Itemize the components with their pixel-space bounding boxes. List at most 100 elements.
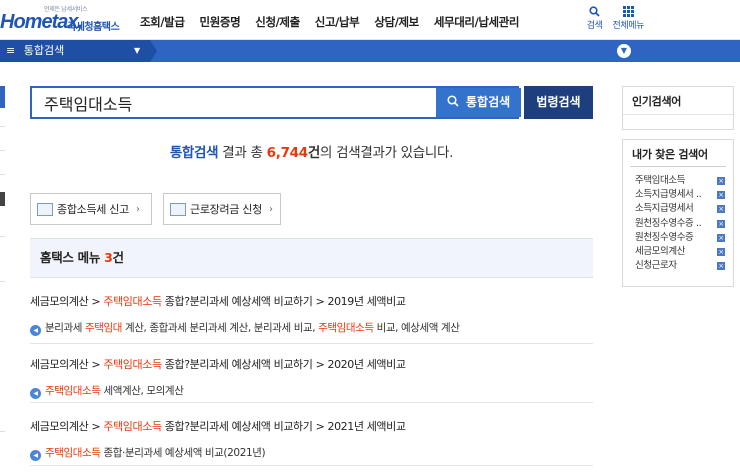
left-panel-divider — [0, 281, 5, 282]
my-search-item[interactable]: 소득지급명세서 .. × — [635, 188, 725, 202]
delete-icon[interactable]: × — [717, 205, 725, 214]
result-count: 6,744 — [266, 145, 309, 161]
result-path-keyword: 주택임대소득 — [103, 295, 162, 308]
my-search-item[interactable]: 신청근로자 × — [635, 259, 725, 273]
hometax-logo[interactable]: 언제든 납세서비스 Hometax, 국세청홈택스 — [0, 4, 120, 36]
menu-section-unit: 건 — [112, 250, 125, 265]
my-search-item[interactable]: 소득지급명세서 × — [635, 202, 725, 216]
result-count-unit: 건 — [307, 145, 320, 161]
result-path-suffix: 종합?분리과세 예상세액 비교하기 > 2019년 세액비교 — [161, 295, 406, 308]
left-panel-active — [0, 86, 5, 108]
my-search-item[interactable]: 주택임대소득 × — [635, 174, 725, 188]
keyword-text: 종합·분리과세 예상세액 비교(2021년) — [100, 447, 266, 459]
result-path-keyword: 주택임대소득 — [103, 358, 162, 371]
search-box: 통합검색 — [30, 86, 521, 119]
nav-item-tax-agent[interactable]: 세무대리/납세관리 — [434, 14, 520, 30]
delete-icon[interactable]: × — [717, 247, 725, 256]
speaker-icon: ◀ — [30, 388, 41, 399]
logo-subtext: 국세청홈택스 — [67, 22, 120, 33]
delete-icon[interactable]: × — [717, 177, 725, 185]
result-link[interactable]: 세금모의계산 > 주택임대소득 종합?분리과세 예상세액 비교하기 > 2019… — [30, 293, 593, 309]
search-icon — [589, 6, 600, 18]
chevron-right-icon: › — [135, 203, 140, 215]
current-menu-label: 통합검색 — [23, 44, 65, 57]
delete-icon[interactable]: × — [717, 233, 725, 242]
submenu-toggle[interactable]: ▼ — [617, 44, 631, 58]
my-search-item[interactable]: 세금모의계산 × — [635, 245, 725, 259]
quick-link-income-tax[interactable]: 종합소득세 신고 › — [30, 193, 152, 225]
all-menu-button[interactable]: 전체메뉴 — [612, 6, 644, 31]
quick-link-work-incentive[interactable]: 근로장려금 신청 › — [163, 193, 281, 225]
grid-icon — [622, 6, 634, 18]
left-panel-divider — [0, 150, 5, 151]
keyword-text: 세액계산, 모의계산 — [100, 385, 184, 397]
menu-section-count: 3 — [104, 250, 113, 265]
my-search-label: 원천징수영수증 .. — [635, 217, 702, 229]
result-divider — [30, 402, 593, 403]
keyword-highlight: 주택임대소득 — [318, 322, 374, 334]
nav-item-inquiry[interactable]: 조회/발급 — [140, 14, 185, 30]
chevron-right-icon: › — [268, 203, 273, 215]
result-divider — [30, 343, 593, 344]
menu-section-title: 홈택스 메뉴 — [40, 250, 101, 265]
result-keywords: ◀ 주택임대소득 종합·분리과세 예상세액 비교(2021년) — [30, 445, 593, 461]
my-search-label: 원천징수영수증 — [635, 231, 694, 243]
left-panel-divider — [0, 174, 5, 175]
result-path-prefix: 세금모의계산 > — [30, 420, 104, 433]
nav-item-application[interactable]: 신청/제출 — [255, 14, 300, 30]
header-search-button[interactable]: 검색 — [587, 6, 603, 31]
result-item: 세금모의계산 > 주택임대소득 종합?분리과세 예상세액 비교하기 > 2020… — [30, 356, 593, 399]
result-item: 세금모의계산 > 주택임대소득 종합?분리과세 예상세액 비교하기 > 2019… — [30, 293, 593, 336]
menu-section-header: 홈택스 메뉴 3건 — [30, 238, 593, 278]
current-menu-dropdown[interactable]: ≡ 통합검색 ▼ — [0, 40, 150, 62]
menu-bar: ≡ 통합검색 ▼ ▼ — [0, 40, 740, 62]
popular-searches-title: 인기검색어 — [623, 87, 733, 115]
quick-link-label: 근로장려금 신청 — [190, 203, 262, 216]
result-path-prefix: 세금모의계산 > — [30, 358, 104, 371]
nav-item-certificate[interactable]: 민원증명 — [200, 14, 241, 30]
result-keywords: ◀ 주택임대소득 세액계산, 모의계산 — [30, 383, 593, 399]
left-panel-divider — [0, 431, 5, 432]
my-search-item[interactable]: 원천징수영수증 × — [635, 231, 725, 245]
my-search-label: 소득지급명세서 — [635, 203, 694, 215]
integrated-search-button[interactable]: 통합검색 — [436, 88, 521, 117]
search-icon — [447, 95, 463, 109]
result-link[interactable]: 세금모의계산 > 주택임대소득 종합?분리과세 예상세액 비교하기 > 2021… — [30, 418, 593, 434]
my-search-label: 소득지급명세서 .. — [635, 189, 702, 201]
left-panel-divider — [0, 126, 5, 127]
law-search-button[interactable]: 법령검색 — [524, 86, 593, 119]
result-path-keyword: 주택임대소득 — [103, 420, 162, 433]
result-keywords: ◀ 분리과세 주택임대 계산, 종합과세 분리과세 계산, 분리과세 비교, 주택… — [30, 320, 593, 336]
my-search-item[interactable]: 원천징수영수증 .. × — [635, 217, 725, 231]
caret-down-icon: ▼ — [134, 46, 141, 55]
my-search-label: 주택임대소득 — [635, 175, 686, 186]
all-menu-label: 전체메뉴 — [612, 21, 644, 31]
my-searches-list: 주택임대소득 × 소득지급명세서 .. × 소득지급명세서 × 원천징수영수증 .. ×… — [623, 167, 733, 273]
keyword-text: 분리과세 — [45, 322, 85, 334]
result-link[interactable]: 세금모의계산 > 주택임대소득 종합?분리과세 예상세액 비교하기 > 2020… — [30, 356, 593, 372]
delete-icon[interactable]: × — [717, 191, 725, 200]
keyword-highlight: 주택임대 — [84, 322, 123, 334]
delete-icon[interactable]: × — [717, 219, 725, 228]
nav-item-report-payment[interactable]: 신고/납부 — [315, 14, 360, 30]
delete-icon[interactable]: × — [717, 262, 725, 271]
top-utility: 검색 전체메뉴 — [587, 6, 644, 31]
top-header: 언제든 납세서비스 Hometax, 국세청홈택스 조회/발급 민원증명 신청/… — [0, 0, 740, 40]
result-item: 세금모의계산 > 주택임대소득 종합?분리과세 예상세액 비교하기 > 2021… — [30, 418, 593, 461]
my-search-label: 세금모의계산 — [635, 245, 686, 257]
speaker-icon: ◀ — [30, 450, 41, 461]
my-searches-box: 내가 찾은 검색어 주택임대소득 × 소득지급명세서 .. × 소득지급명세서 × 원… — [622, 139, 734, 287]
keyword-text: 계산, 종합과세 분리과세 계산, 분리과세 비교, — [122, 322, 319, 334]
main-nav: 조회/발급 민원증명 신청/제출 신고/납부 상담/제보 세무대리/납세관리 — [140, 14, 534, 30]
search-label: 검색 — [586, 21, 603, 31]
quick-link-label: 종합소득세 신고 — [57, 203, 129, 216]
my-search-label: 신청근로자 — [635, 260, 677, 272]
keyword-text: 비교, 예상세액 계산 — [373, 322, 460, 334]
summary-prefix: 통합검색 — [169, 145, 219, 161]
nav-item-consult[interactable]: 상담/제보 — [374, 14, 419, 30]
speaker-icon: ◀ — [30, 325, 41, 336]
search-input[interactable] — [32, 88, 432, 117]
result-summary: 통합검색 결과 총 6,744건의 검색결과가 있습니다. — [30, 141, 593, 161]
breadcrumb-arrow — [150, 40, 157, 62]
keyword-highlight: 주택임대소득 — [45, 447, 101, 459]
